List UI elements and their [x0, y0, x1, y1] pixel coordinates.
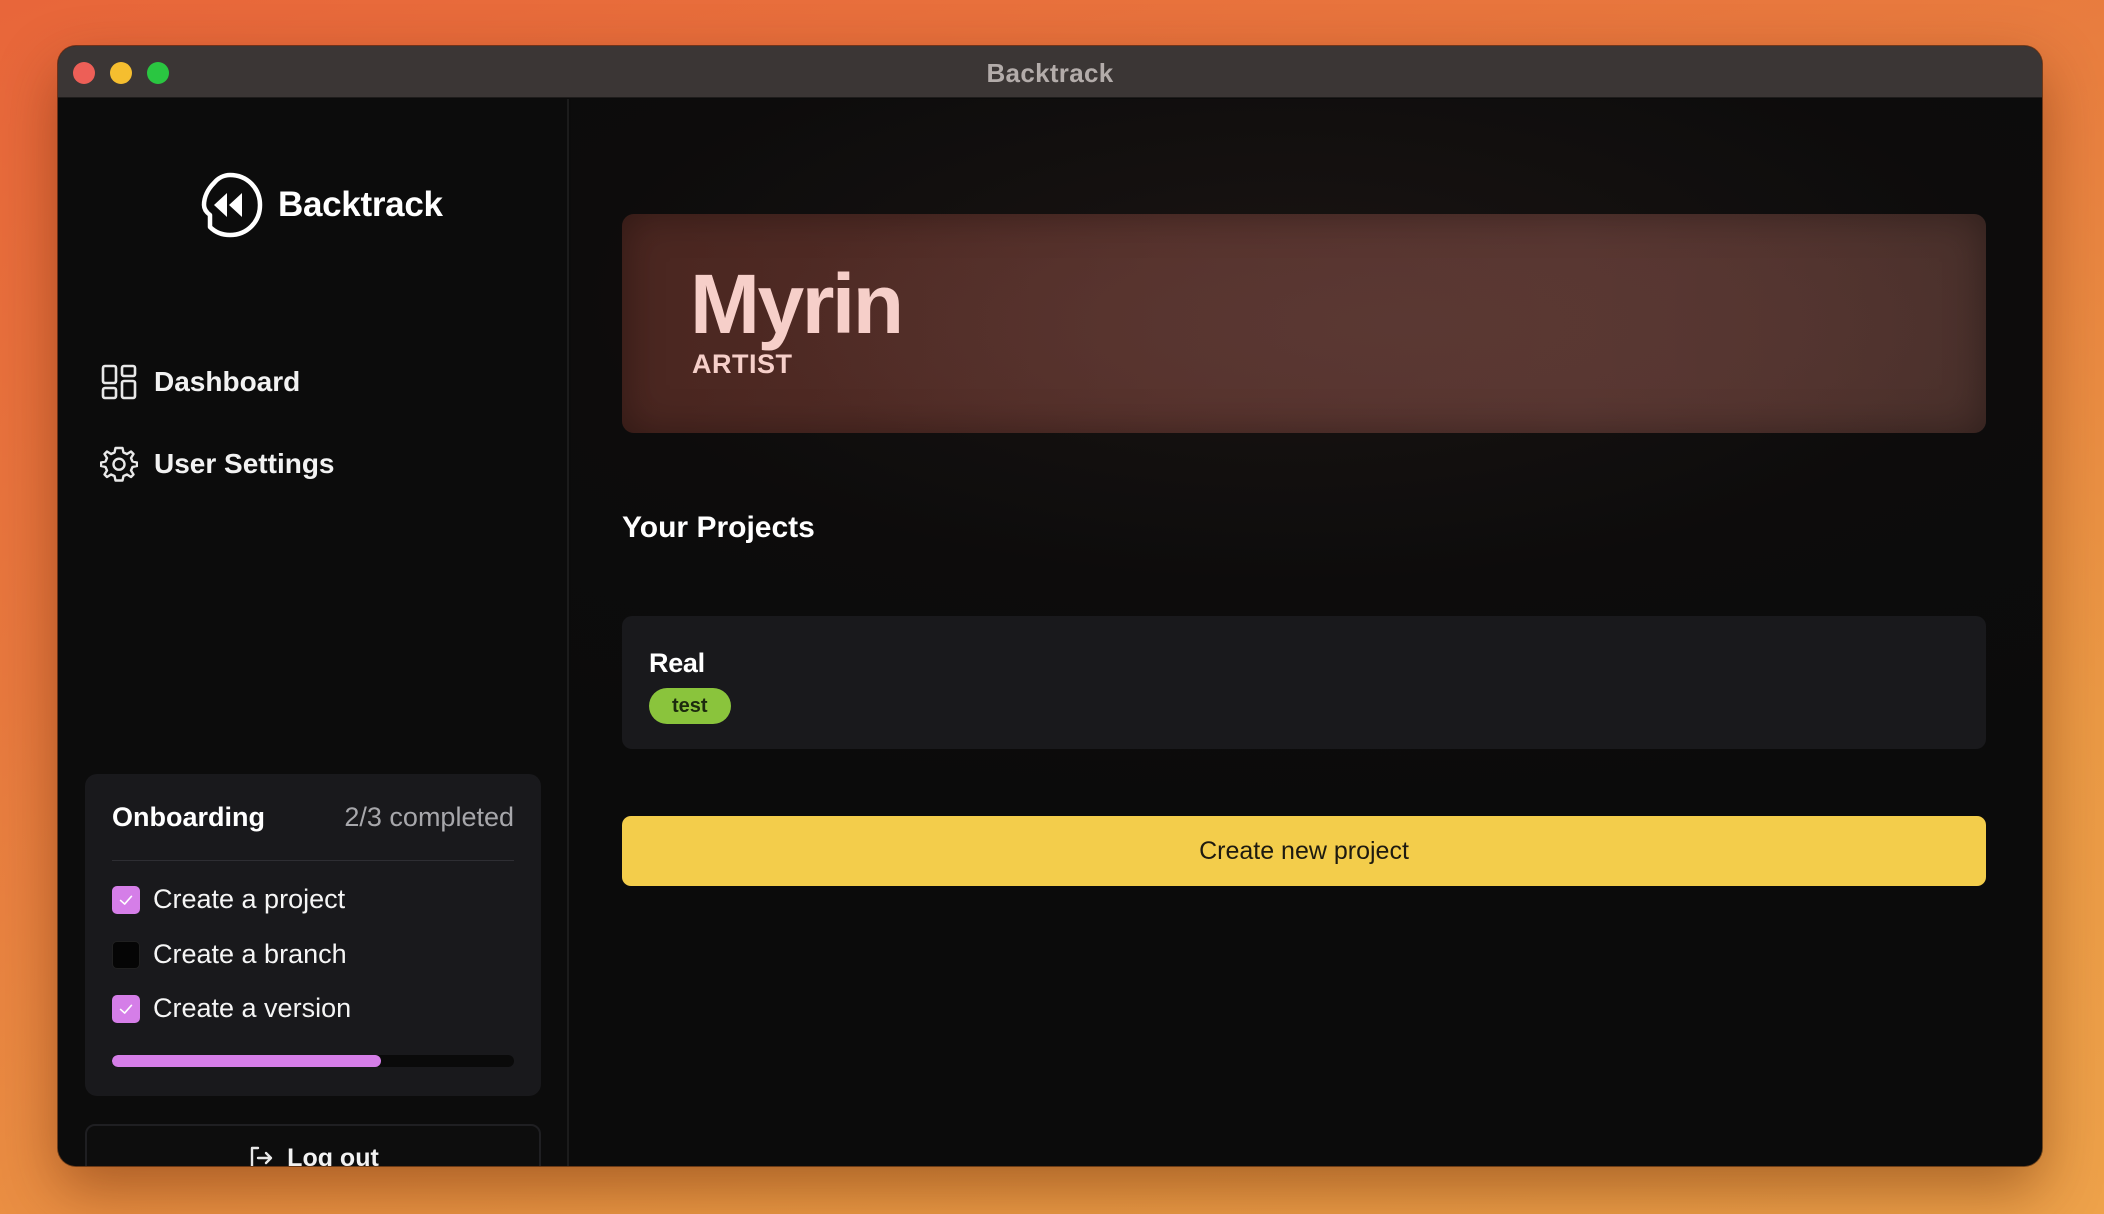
logout-button[interactable]: Log out	[85, 1124, 541, 1166]
profile-banner: Myrin ARTIST	[622, 214, 1986, 433]
nav-dashboard-label: Dashboard	[154, 366, 301, 397]
onboarding-task-label: Create a branch	[153, 939, 347, 969]
app-window: Backtrack Backtrack Dashboard User Setti…	[58, 46, 2042, 1166]
nav-dashboard[interactable]: Dashboard	[100, 363, 300, 401]
project-tag: test	[649, 688, 731, 724]
logout-icon	[250, 1146, 273, 1166]
onboarding-task-create-project[interactable]: Create a project	[112, 884, 345, 915]
onboarding-progress-bar	[112, 1055, 514, 1067]
nav-user-settings-label: User Settings	[154, 448, 335, 479]
profile-name: Myrin	[690, 257, 904, 351]
dashboard-icon	[101, 364, 137, 400]
project-name: Real	[649, 648, 705, 678]
onboarding-card: Onboarding 2/3 completed Create a projec…	[85, 774, 541, 1096]
create-project-button[interactable]: Create new project	[622, 816, 1986, 886]
onboarding-task-label: Create a project	[153, 884, 346, 914]
sidebar: Backtrack Dashboard User Settings Onboar…	[58, 99, 569, 1166]
checkmark-icon	[119, 1004, 133, 1014]
onboarding-task-create-branch[interactable]: Create a branch	[112, 939, 347, 970]
window-title: Backtrack	[986, 58, 1114, 88]
title-bar: Backtrack	[58, 46, 2042, 98]
onboarding-progress-fill	[112, 1055, 382, 1067]
app-logo[interactable]: Backtrack	[194, 169, 443, 241]
logo-text: Backtrack	[278, 185, 443, 224]
onboarding-title: Onboarding	[112, 802, 265, 832]
logout-label: Log out	[287, 1143, 379, 1167]
main-content: Myrin ARTIST Your Projects Real test Cre…	[571, 99, 2042, 1166]
checkbox-unchecked[interactable]	[112, 940, 140, 969]
profile-role: ARTIST	[692, 349, 793, 379]
backtrack-logo-icon	[201, 172, 263, 238]
checkmark-icon	[119, 895, 133, 905]
checkbox-checked[interactable]	[112, 994, 140, 1023]
projects-section-title: Your Projects	[622, 511, 815, 544]
onboarding-divider	[112, 860, 514, 861]
gear-icon	[100, 446, 138, 482]
onboarding-task-create-version[interactable]: Create a version	[112, 993, 351, 1024]
onboarding-count: 2/3 completed	[344, 802, 514, 832]
nav-user-settings[interactable]: User Settings	[100, 445, 335, 483]
onboarding-task-label: Create a version	[153, 993, 352, 1023]
checkbox-checked[interactable]	[112, 885, 140, 914]
project-card[interactable]: Real test	[622, 616, 1986, 749]
onboarding-header: Onboarding 2/3 completed	[112, 802, 514, 833]
